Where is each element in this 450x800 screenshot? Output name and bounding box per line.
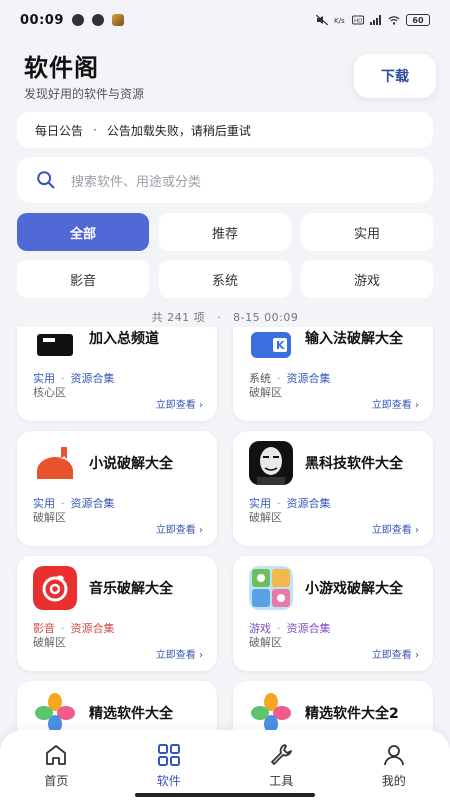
wifi-icon: [388, 16, 400, 25]
bottom-nav: 首页 软件 工具 我的: [0, 730, 450, 800]
view-now-link[interactable]: 立即查看 ›: [156, 396, 203, 411]
card-collection: 资源合集: [286, 497, 331, 510]
view-now-link[interactable]: 立即查看 ›: [156, 521, 203, 536]
nav-profile[interactable]: 我的: [338, 730, 450, 800]
wrench-icon: [271, 744, 293, 765]
svg-text:HD: HD: [354, 19, 362, 25]
software-card[interactable]: 音乐破解大全 影音 · 资源合集 破解区 立即查看 ›: [17, 556, 217, 671]
nav-profile-label: 我的: [381, 774, 406, 788]
software-card[interactable]: K 输入法破解大全 系统 · 资源合集 破解区 立即查看 ›: [233, 327, 433, 421]
notification-info-icon: [91, 14, 104, 26]
card-zone: 破解区: [249, 511, 282, 524]
category-filter: 全部 推荐 实用 影音 系统 游戏: [17, 213, 433, 298]
home-icon: [46, 745, 67, 765]
software-card[interactable]: 小游戏破解大全 游戏 · 资源合集 破解区 立即查看 ›: [233, 556, 433, 671]
svg-text:K/s: K/s: [334, 17, 345, 25]
nav-software-label: 软件: [156, 774, 181, 788]
home-indicator[interactable]: [135, 793, 315, 797]
software-card[interactable]: 精选软件大全2: [233, 681, 433, 732]
card-title: 小说破解大全: [89, 456, 173, 472]
announcement-bar[interactable]: 每日公告 · 公告加载失败，请稍后重试: [17, 112, 433, 148]
card-collection: 资源合集: [70, 622, 115, 635]
category-chip-games[interactable]: 游戏: [301, 260, 433, 298]
card-zone: 破解区: [249, 386, 282, 399]
software-card[interactable]: 加入总频道 实用 · 资源合集 核心区 立即查看 ›: [17, 327, 217, 421]
status-bar: 00:09 K/s HD 60: [0, 0, 450, 40]
notification-app-icon: [71, 14, 84, 26]
game-collage-logo-icon: [249, 566, 293, 610]
svg-text:K: K: [276, 339, 285, 352]
card-zone: 核心区: [33, 386, 66, 399]
header: 软件阁 发现好用的软件与资源: [24, 48, 144, 102]
status-time: 00:09: [20, 12, 64, 28]
grid-icon: [157, 744, 180, 766]
page-title: 软件阁: [24, 54, 99, 82]
result-count: 共 241 项: [151, 311, 206, 324]
nav-software[interactable]: 软件: [113, 730, 226, 800]
battery-icon: 60: [406, 14, 430, 26]
view-now-link[interactable]: 立即查看 ›: [372, 521, 419, 536]
card-title: 加入总频道: [89, 331, 159, 347]
signal-icon: [370, 15, 381, 25]
keyboard-logo-icon: K: [249, 327, 293, 360]
software-card[interactable]: 精选软件大全: [17, 681, 217, 732]
result-summary: 共 241 项 · 8-15 00:09: [0, 309, 450, 325]
search-placeholder: 搜索软件、用途或分类: [71, 174, 202, 190]
notification-image-icon: [111, 14, 124, 26]
summary-separator: ·: [217, 311, 222, 324]
card-zone: 破解区: [249, 636, 282, 649]
nav-home-label: 首页: [44, 774, 69, 788]
view-now-link[interactable]: 立即查看 ›: [156, 646, 203, 661]
view-now-link[interactable]: 立即查看 ›: [372, 646, 419, 661]
search-icon: [37, 171, 55, 189]
nav-tools-label: 工具: [269, 774, 294, 788]
card-title: 精选软件大全: [89, 706, 173, 722]
card-title: 小游戏破解大全: [305, 581, 403, 597]
announcement-text: 公告加载失败，请稍后重试: [106, 123, 251, 138]
nav-home[interactable]: 首页: [0, 730, 113, 800]
card-title: 输入法破解大全: [305, 331, 403, 347]
announcement-label: 每日公告: [35, 123, 84, 138]
colorful-petal-logo-icon: [33, 691, 77, 732]
card-title: 音乐破解大全: [89, 581, 173, 597]
update-time: 8-15 00:09: [233, 311, 299, 324]
novel-logo-icon: [33, 441, 77, 485]
software-card[interactable]: 黑科技软件大全 实用 · 资源合集 破解区 立即查看 ›: [233, 431, 433, 546]
software-card[interactable]: 小说破解大全 实用 · 资源合集 破解区 立即查看 ›: [17, 431, 217, 546]
card-title: 精选软件大全2: [305, 706, 399, 722]
person-icon: [383, 745, 404, 766]
download-button[interactable]: 下载: [354, 54, 436, 98]
card-zone: 破解区: [33, 636, 66, 649]
card-collection: 资源合集: [286, 622, 331, 635]
category-chip-utility[interactable]: 实用: [301, 213, 433, 251]
colorful-petal-logo-icon: [249, 691, 293, 732]
category-chip-all[interactable]: 全部: [17, 213, 149, 251]
category-chip-media[interactable]: 影音: [17, 260, 149, 298]
software-list[interactable]: 加入总频道 实用 · 资源合集 核心区 立即查看 › K 输入法破解大全 系统 · 资源…: [0, 327, 450, 732]
category-chip-recommended[interactable]: 推荐: [159, 213, 291, 251]
channel-logo-icon: [33, 327, 77, 360]
card-collection: 资源合集: [70, 372, 115, 385]
view-now-link[interactable]: 立即查看 ›: [372, 396, 419, 411]
mute-icon: [316, 15, 328, 25]
data-speed-icon: K/s: [334, 17, 345, 25]
card-title: 黑科技软件大全: [305, 456, 403, 472]
nav-tools[interactable]: 工具: [225, 730, 338, 800]
search-input[interactable]: 搜索软件、用途或分类: [17, 157, 433, 203]
card-collection: 资源合集: [286, 372, 331, 385]
hacker-mask-logo-icon: [249, 441, 293, 485]
hd-icon: HD: [352, 15, 364, 25]
music-logo-icon: [33, 566, 77, 610]
card-zone: 破解区: [33, 511, 66, 524]
page-subtitle: 发现好用的软件与资源: [24, 87, 145, 101]
category-chip-system[interactable]: 系统: [159, 260, 291, 298]
announcement-separator: ·: [93, 123, 97, 137]
card-collection: 资源合集: [70, 497, 115, 510]
